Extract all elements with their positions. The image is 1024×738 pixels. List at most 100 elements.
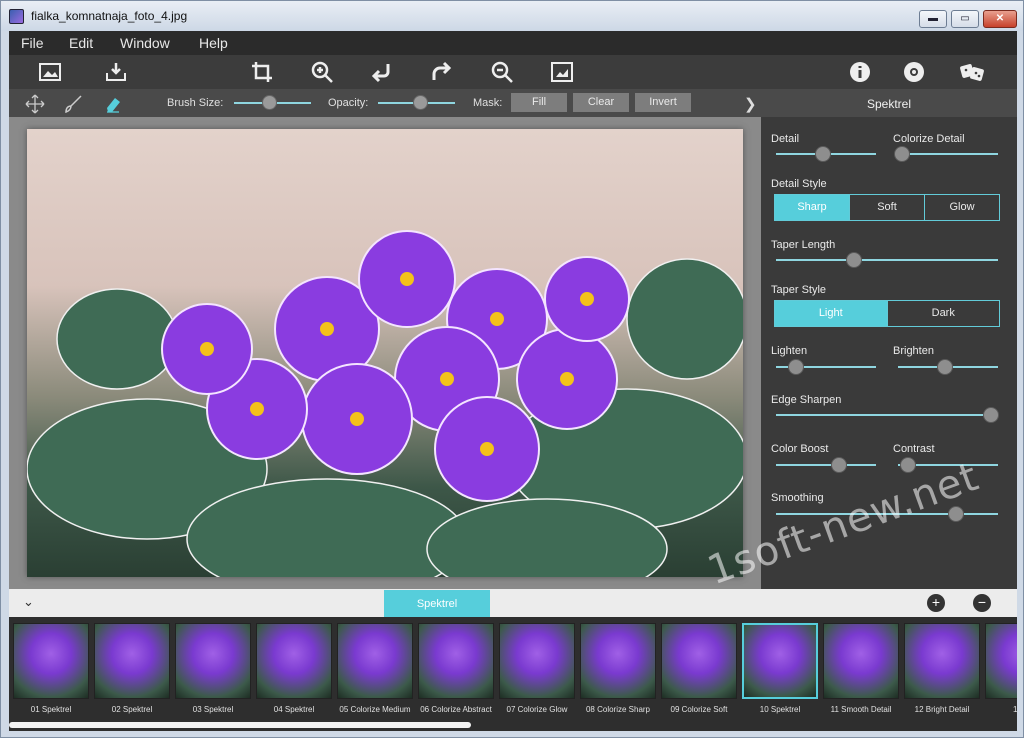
opacity-knob[interactable] (413, 95, 429, 110)
contrast-knob[interactable] (900, 457, 916, 473)
preset-label: 01 Spektrel (30, 705, 72, 714)
tool-options-bar: Brush Size: Opacity: Mask: Fill Clear In… (9, 89, 761, 117)
color-boost-knob[interactable] (831, 457, 847, 473)
main-toolbar (9, 55, 1017, 89)
preset-label: 04 Spektrel (273, 705, 315, 714)
preset-thumbnail-strip: 01 Spektrel 02 Spektrel 03 Spektrel 04 Spek… (9, 617, 1017, 731)
mask-fill-button[interactable]: Fill (511, 93, 567, 112)
main-photo[interactable] (27, 129, 743, 577)
panel-title: Spektrel (761, 89, 1017, 117)
preset-label: 03 Spektrel (192, 705, 234, 714)
opacity-label: Opacity: (328, 97, 369, 109)
preset-thumbnail[interactable] (823, 623, 899, 699)
preset-category-tab[interactable]: Spektrel (384, 590, 490, 617)
taper-style-segmented: Light Dark (774, 300, 1000, 327)
undo-icon[interactable] (369, 59, 395, 85)
preset-thumbnail[interactable] (499, 623, 575, 699)
preset-thumbnail[interactable] (904, 623, 980, 699)
taper-length-knob[interactable] (845, 252, 862, 268)
preset-label: 07 Colorize Glow (506, 705, 568, 714)
preset-label: 06 Colorize Abstract (420, 705, 492, 714)
preset-thumbnail[interactable] (256, 623, 332, 699)
preset-label: 13 Lo (1012, 705, 1017, 714)
save-image-icon[interactable] (103, 59, 129, 85)
preset-thumbnail[interactable] (418, 623, 494, 699)
taper-length-label: Taper Length (771, 239, 836, 251)
preset-thumbnail[interactable] (175, 623, 251, 699)
zoom-out-icon[interactable] (489, 59, 515, 85)
menu-edit[interactable]: Edit (69, 35, 93, 51)
move-icon[interactable] (25, 94, 45, 114)
horizontal-scrollbar[interactable] (9, 722, 471, 728)
minimize-button[interactable]: ▬ (919, 10, 947, 28)
crop-icon[interactable] (249, 59, 275, 85)
brush-size-knob[interactable] (261, 95, 277, 110)
mask-clear-button[interactable]: Clear (573, 93, 629, 112)
preset-label: 09 Colorize Soft (670, 705, 728, 714)
color-boost-slider[interactable] (776, 464, 876, 466)
color-boost-label: Color Boost (771, 443, 829, 455)
open-image-icon[interactable] (37, 59, 63, 85)
menu-file[interactable]: File (21, 35, 44, 51)
preset-label: 10 Spektrel (759, 705, 801, 714)
edge-sharpen-slider[interactable] (776, 414, 998, 416)
redo-icon[interactable] (429, 59, 455, 85)
preset-label: 08 Colorize Sharp (585, 705, 651, 714)
lighten-label: Lighten (771, 345, 808, 357)
taper-style-light[interactable]: Light (775, 301, 888, 326)
preset-bar: ⌄ Spektrel + − (9, 589, 1017, 617)
contrast-label: Contrast (893, 443, 935, 455)
preset-thumbnail[interactable] (661, 623, 737, 699)
chevron-down-icon[interactable]: ⌄ (23, 594, 34, 610)
colorize-detail-slider[interactable] (898, 153, 998, 155)
remove-preset-button[interactable]: − (973, 594, 991, 612)
taper-style-label: Taper Style (771, 284, 827, 296)
preset-thumbnail[interactable] (13, 623, 89, 699)
detail-style-soft[interactable]: Soft (850, 195, 925, 220)
detail-knob[interactable] (815, 146, 831, 162)
zoom-in-icon[interactable] (309, 59, 335, 85)
window-title: fialka_komnatnaja_foto_4.jpg (31, 9, 188, 23)
detail-label: Detail (771, 133, 800, 145)
preset-thumbnail[interactable] (337, 623, 413, 699)
app-window: fialka_komnatnaja_foto_4.jpg ▬ ▭ ✕ File … (0, 0, 1024, 738)
preset-thumbnail[interactable] (580, 623, 656, 699)
menu-help[interactable]: Help (199, 35, 228, 51)
taper-length-slider[interactable] (776, 259, 998, 261)
mask-invert-button[interactable]: Invert (635, 93, 691, 112)
edge-sharpen-knob[interactable] (983, 407, 1000, 423)
brighten-knob[interactable] (937, 359, 953, 375)
random-dice-icon[interactable] (959, 59, 985, 85)
close-button[interactable]: ✕ (983, 10, 1017, 28)
preset-thumbnail[interactable] (94, 623, 170, 699)
preset-label: 12 Bright Detail (914, 705, 970, 714)
menu-bar: File Edit Window Help (9, 31, 1017, 55)
mask-label: Mask: (473, 97, 503, 109)
add-preset-button[interactable]: + (927, 594, 945, 612)
app-icon (9, 9, 24, 24)
chevron-right-icon[interactable]: ❯ (744, 95, 757, 113)
taper-style-dark[interactable]: Dark (888, 301, 1000, 326)
brush-size-label: Brush Size: (167, 97, 224, 109)
edge-sharpen-label: Edge Sharpen (771, 394, 842, 406)
brighten-label: Brighten (893, 345, 934, 357)
preset-label: 11 Smooth Detail (830, 705, 892, 714)
detail-style-label: Detail Style (771, 178, 827, 190)
lighten-knob[interactable] (788, 359, 804, 375)
maximize-button[interactable]: ▭ (951, 10, 979, 28)
brush-icon[interactable] (63, 94, 83, 114)
colorize-detail-label: Colorize Detail (893, 133, 965, 145)
colorize-detail-knob[interactable] (894, 146, 910, 162)
preset-thumbnail[interactable] (985, 623, 1017, 699)
menu-window[interactable]: Window (120, 35, 170, 51)
detail-style-glow[interactable]: Glow (925, 195, 999, 220)
detail-style-segmented: Sharp Soft Glow (774, 194, 1000, 221)
eraser-icon[interactable] (103, 94, 123, 114)
settings-icon[interactable] (901, 59, 927, 85)
info-icon[interactable] (847, 59, 873, 85)
detail-style-sharp[interactable]: Sharp (775, 195, 850, 220)
smoothing-label: Smoothing (771, 492, 824, 504)
preset-thumbnail[interactable] (742, 623, 818, 699)
fit-image-icon[interactable] (549, 59, 575, 85)
violet-image (27, 230, 743, 577)
